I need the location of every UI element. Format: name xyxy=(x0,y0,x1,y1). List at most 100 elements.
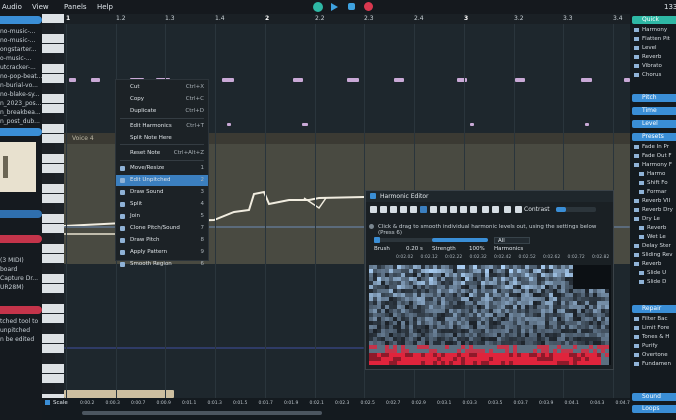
context-menu-item[interactable]: Reset Note Ctrl+Alt+Z xyxy=(116,148,208,159)
piano-key[interactable] xyxy=(42,204,55,210)
piano-key[interactable] xyxy=(42,264,55,270)
sound-header[interactable]: Sound xyxy=(632,393,676,401)
piano-key[interactable] xyxy=(42,54,55,60)
file-item[interactable]: no-pop-beat... xyxy=(0,73,42,80)
time-header[interactable]: Time xyxy=(632,107,676,115)
device-item[interactable]: Capture Dr... xyxy=(0,275,42,282)
harmonics-select[interactable]: All xyxy=(494,237,530,244)
piano-key[interactable] xyxy=(42,384,55,390)
piano-key[interactable] xyxy=(42,144,55,150)
context-menu-item[interactable]: Copy Ctrl+C xyxy=(116,94,208,105)
piano-key[interactable] xyxy=(42,284,64,293)
loops-header[interactable]: Loops xyxy=(632,405,676,413)
piano-key[interactable] xyxy=(42,194,64,203)
preset-item[interactable]: Reverb xyxy=(634,261,676,267)
pencil-icon[interactable] xyxy=(370,206,377,213)
stop-icon[interactable] xyxy=(348,3,355,10)
piano-key[interactable] xyxy=(42,314,64,323)
eye-icon[interactable] xyxy=(504,206,511,213)
up-arrow-icon[interactable] xyxy=(440,206,447,213)
piano-key[interactable] xyxy=(42,244,64,253)
piano-key[interactable] xyxy=(42,64,64,73)
file-item[interactable]: n_post_dub... xyxy=(0,118,42,125)
piano-key[interactable] xyxy=(42,234,55,240)
preset-item[interactable]: Fade Out F xyxy=(634,153,676,159)
piano-key[interactable] xyxy=(42,214,64,223)
preset-item[interactable]: Fade In Pr xyxy=(634,144,676,150)
piano-key[interactable] xyxy=(42,344,64,353)
piano-key[interactable] xyxy=(42,294,55,300)
files-header[interactable] xyxy=(0,16,42,24)
preset-item[interactable]: Formar xyxy=(639,189,676,195)
note-blob[interactable] xyxy=(69,78,76,82)
piano-key[interactable] xyxy=(42,84,55,90)
preset-item[interactable]: Harmony F xyxy=(634,162,676,168)
file-item[interactable]: no-music-... xyxy=(0,37,42,44)
gear-icon[interactable] xyxy=(515,206,522,213)
repair-item[interactable]: Purify xyxy=(634,343,676,349)
piano-key[interactable] xyxy=(42,304,64,313)
scale-label[interactable]: Scale xyxy=(53,400,68,406)
piano-key[interactable] xyxy=(42,334,64,343)
piano-key[interactable] xyxy=(42,374,64,383)
piano-key[interactable] xyxy=(42,174,55,180)
file-item[interactable]: n_breakbea... xyxy=(0,109,42,116)
piano-key[interactable] xyxy=(42,154,64,163)
preset-item[interactable]: Reverb xyxy=(639,225,676,231)
repair-item[interactable]: Overtone xyxy=(634,352,676,358)
note-blob[interactable] xyxy=(457,78,467,82)
harmonic-editor-titlebar[interactable]: Harmonic Editor xyxy=(366,191,613,202)
eraser-icon[interactable] xyxy=(380,206,387,213)
play-triangle-icon[interactable] xyxy=(482,206,489,213)
context-menu-item[interactable]: Edit Unpitched 2 xyxy=(116,175,208,186)
note-blob[interactable] xyxy=(302,123,308,126)
context-menu-item[interactable]: Cut Ctrl+X xyxy=(116,82,208,93)
preset-item[interactable]: Wet Le xyxy=(639,234,676,240)
note-blob[interactable] xyxy=(293,78,303,82)
piano-key[interactable] xyxy=(42,134,64,143)
pitch-header[interactable]: Pitch xyxy=(632,94,676,102)
preset-item[interactable]: Dry Le xyxy=(634,216,676,222)
note-blob[interactable] xyxy=(581,78,592,82)
context-menu-item[interactable]: Clone Pitch/Sound 7 xyxy=(116,223,208,234)
piano-key[interactable] xyxy=(42,274,64,283)
contrast-slider[interactable] xyxy=(556,207,596,212)
preset-item[interactable]: Shift Fo xyxy=(639,180,676,186)
section-header[interactable] xyxy=(0,210,42,218)
context-menu-item[interactable]: Apply Pattern 9 xyxy=(116,247,208,258)
quick-header[interactable]: Quick xyxy=(632,16,676,24)
file-item[interactable]: o-music-... xyxy=(0,55,42,62)
help-section-header[interactable] xyxy=(0,306,42,314)
camera-icon[interactable] xyxy=(430,206,437,213)
timeline-ruler[interactable]: 1 1.2 1.3 1.4 2 2.2 2.3 2.4 3 3.2 3.3 3.4 xyxy=(64,14,630,24)
undo-icon[interactable] xyxy=(492,206,499,213)
repair-item[interactable]: Filter Bac xyxy=(634,316,676,322)
spectrogram-canvas[interactable] xyxy=(369,265,611,365)
context-menu-item[interactable]: Edit Harmonics Ctrl+T xyxy=(116,121,208,132)
minus-icon[interactable] xyxy=(470,206,477,213)
menu-audio[interactable]: Audio xyxy=(2,3,22,11)
preset-item[interactable]: Sliding Rev xyxy=(634,252,676,258)
piano-key[interactable] xyxy=(42,354,55,360)
file-item[interactable]: no-music-... xyxy=(0,28,42,35)
preset-item[interactable]: Slide U xyxy=(639,270,676,276)
piano-key[interactable] xyxy=(42,104,64,113)
piano-key[interactable] xyxy=(42,324,55,330)
file-item[interactable]: ongstarter... xyxy=(0,46,42,53)
preset-item[interactable]: Delay Ster xyxy=(634,243,676,249)
play-icon[interactable] xyxy=(331,3,338,11)
piano-key[interactable] xyxy=(42,224,64,233)
device-item[interactable]: board xyxy=(0,266,42,273)
piano-key[interactable] xyxy=(42,74,64,83)
note-blob[interactable] xyxy=(347,78,359,82)
horizontal-scrollbar[interactable] xyxy=(82,411,322,415)
menu-view[interactable]: View xyxy=(32,3,49,11)
repair-item[interactable]: Fundamen xyxy=(634,361,676,367)
context-menu-item[interactable]: Move/Resize 1 xyxy=(116,163,208,174)
repair-item[interactable]: Tones & H xyxy=(634,334,676,340)
note-blob[interactable] xyxy=(394,78,404,82)
context-menu-item[interactable]: Join 5 xyxy=(116,211,208,222)
note-blob[interactable] xyxy=(585,123,589,126)
piano-key[interactable] xyxy=(42,184,64,193)
context-menu-item[interactable]: Split Note Here xyxy=(116,133,208,144)
